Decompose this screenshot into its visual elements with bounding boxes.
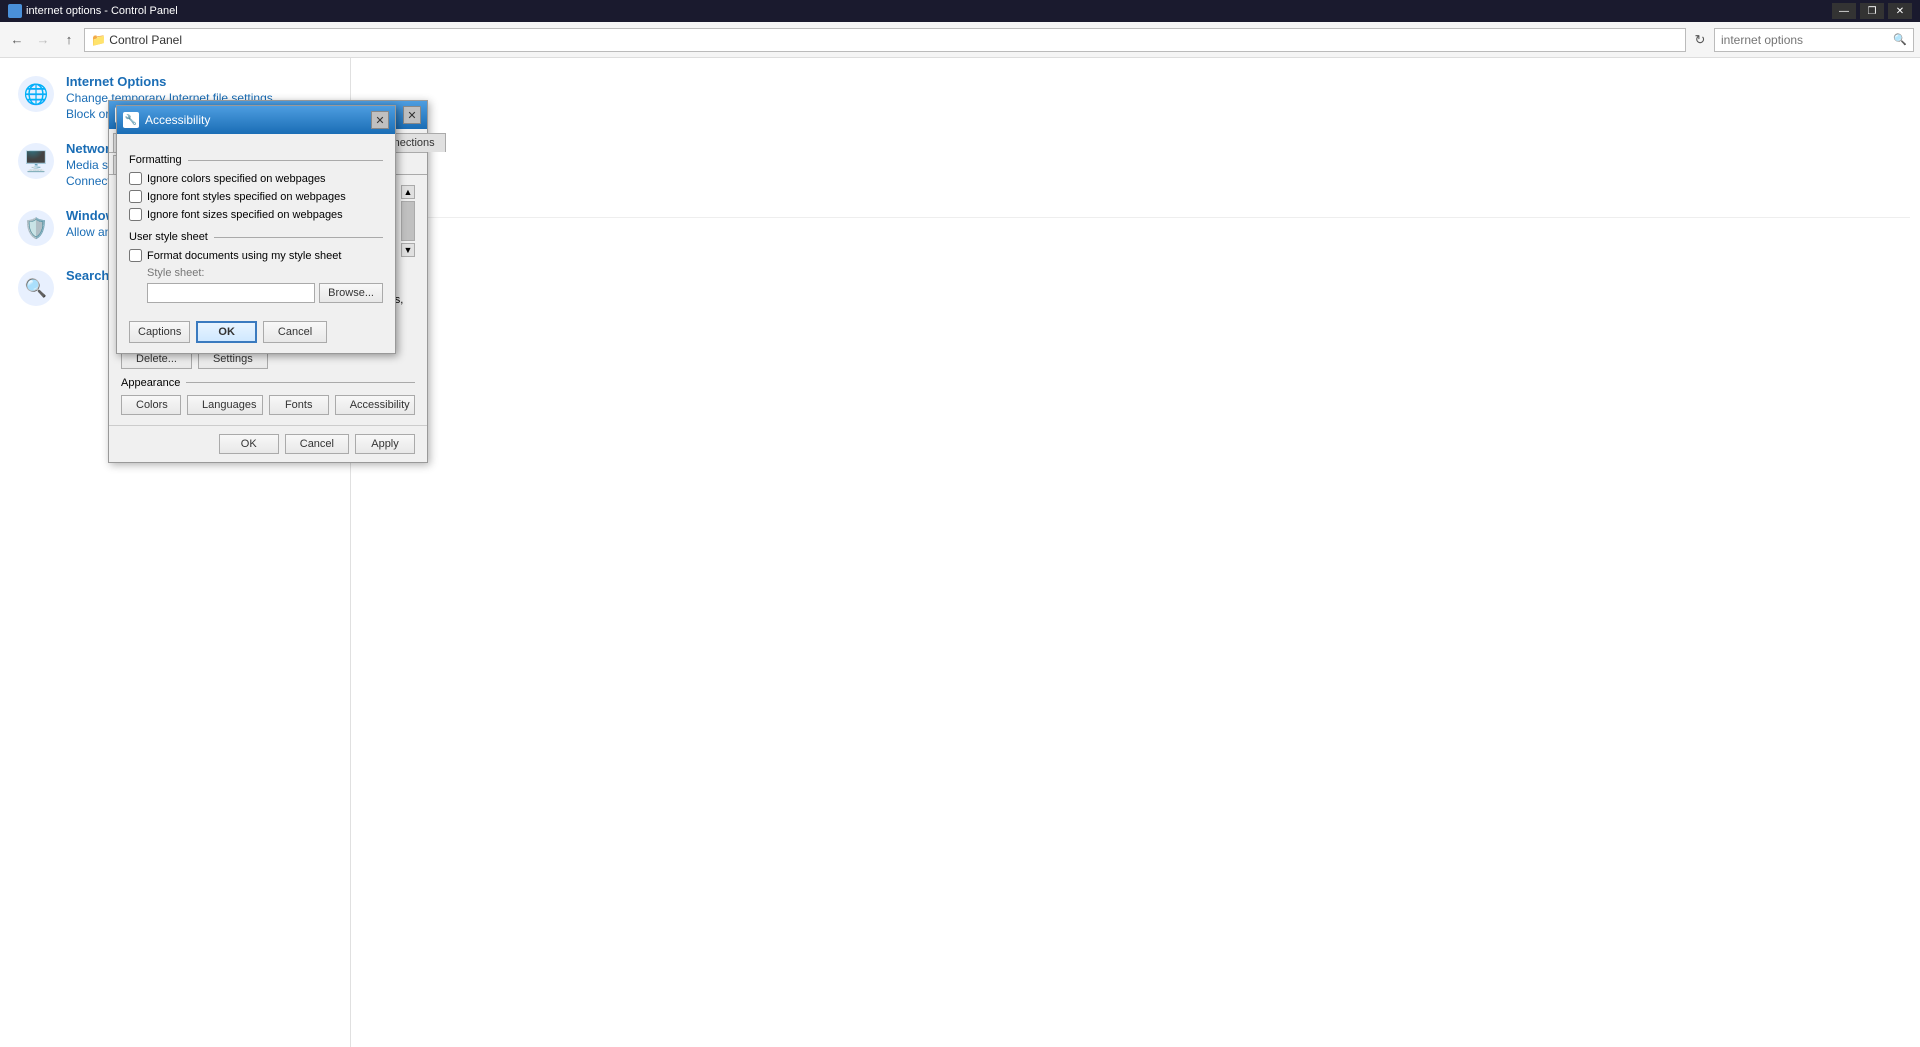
- back-button[interactable]: ←: [6, 29, 28, 51]
- search-icon: 🔍: [1893, 33, 1907, 46]
- scroll-thumb[interactable]: [401, 201, 415, 241]
- internet-props-ok-button[interactable]: OK: [219, 434, 279, 454]
- window-icon: [8, 4, 22, 18]
- style-sheet-section-label: User style sheet: [129, 231, 214, 243]
- search-input[interactable]: [1721, 33, 1893, 47]
- close-button[interactable]: ✕: [1888, 3, 1912, 19]
- style-sheet-divider: User style sheet: [129, 231, 383, 243]
- ignore-colors-row: Ignore colors specified on webpages: [129, 172, 383, 185]
- refresh-button[interactable]: ↻: [1690, 28, 1710, 52]
- formatting-label: Formatting: [129, 154, 188, 166]
- colors-button[interactable]: Colors: [121, 395, 181, 415]
- accessibility-cancel-button[interactable]: Cancel: [263, 321, 327, 343]
- fonts-button[interactable]: Fonts: [269, 395, 329, 415]
- windows-defender-icon: 🛡️: [16, 208, 56, 248]
- languages-button[interactable]: Languages: [187, 395, 263, 415]
- formatting-divider: Formatting: [129, 154, 383, 166]
- ignore-font-styles-row: Ignore font styles specified on webpages: [129, 190, 383, 203]
- style-sheet-label: Style sheet:: [129, 267, 383, 279]
- format-docs-row: Format documents using my style sheet: [129, 249, 383, 262]
- accessibility-ok-button[interactable]: OK: [196, 321, 257, 343]
- format-docs-checkbox[interactable]: [129, 249, 142, 262]
- up-button[interactable]: ↑: [58, 29, 80, 51]
- ignore-colors-checkbox[interactable]: [129, 172, 142, 185]
- scroll-up-btn[interactable]: ▲: [401, 185, 415, 199]
- format-docs-label: Format documents using my style sheet: [147, 250, 341, 262]
- style-sheet-input[interactable]: [147, 283, 315, 303]
- scrollbar[interactable]: ▲ ▼: [401, 185, 415, 257]
- search-box: 🔍: [1714, 28, 1914, 52]
- accessibility-btn-row: Captions OK Cancel: [129, 317, 383, 343]
- accessibility-content: Formatting Ignore colors specified on we…: [117, 134, 395, 353]
- title-bar-controls: — ❐ ✕: [1832, 3, 1912, 19]
- accessibility-title: Accessibility: [145, 113, 365, 127]
- maximize-button[interactable]: ❐: [1860, 3, 1884, 19]
- ignore-font-styles-checkbox[interactable]: [129, 190, 142, 203]
- internet-props-cancel-button[interactable]: Cancel: [285, 434, 349, 454]
- network-icon: 🖥️: [16, 141, 56, 181]
- ignore-font-sizes-label: Ignore font sizes specified on webpages: [147, 209, 343, 221]
- appearance-label: Appearance: [121, 377, 415, 389]
- accessibility-close-button[interactable]: ✕: [371, 111, 389, 129]
- ignore-font-sizes-row: Ignore font sizes specified on webpages: [129, 208, 383, 221]
- appearance-buttons: Colors Languages Fonts Accessibility: [121, 395, 415, 415]
- address-bar: ← → ↑ 📁 Control Panel ↻ 🔍: [0, 22, 1920, 58]
- ignore-font-sizes-checkbox[interactable]: [129, 208, 142, 221]
- style-sheet-input-row: Browse...: [129, 283, 383, 303]
- dialog-bottom-buttons: OK Cancel Apply: [109, 425, 427, 462]
- divider-line: [361, 58, 1910, 218]
- accessibility-icon: 🔧: [123, 112, 139, 128]
- captions-button[interactable]: Captions: [129, 321, 190, 343]
- title-bar-text: internet options - Control Panel: [26, 5, 1832, 17]
- folder-icon: 📁: [91, 33, 106, 47]
- ignore-colors-label: Ignore colors specified on webpages: [147, 173, 326, 185]
- internet-props-close-button[interactable]: ✕: [403, 106, 421, 124]
- forward-button[interactable]: →: [32, 29, 54, 51]
- minimize-button[interactable]: —: [1832, 3, 1856, 19]
- accessibility-dialog: 🔧 Accessibility ✕ Formatting Ignore colo…: [116, 105, 396, 354]
- browse-button[interactable]: Browse...: [319, 283, 383, 303]
- path-text: Control Panel: [109, 33, 182, 47]
- title-bar: internet options - Control Panel — ❐ ✕: [0, 0, 1920, 22]
- internet-props-apply-button[interactable]: Apply: [355, 434, 415, 454]
- ignore-font-styles-label: Ignore font styles specified on webpages: [147, 191, 346, 203]
- address-path[interactable]: 📁 Control Panel: [84, 28, 1686, 52]
- accessibility-button[interactable]: Accessibility: [335, 395, 415, 415]
- accessibility-title-bar[interactable]: 🔧 Accessibility ✕: [117, 106, 395, 134]
- right-panel: [350, 58, 1920, 1047]
- search-panel-icon: 🔍: [16, 268, 56, 308]
- internet-options-title[interactable]: Internet Options: [66, 74, 273, 89]
- appearance-section: Appearance Colors Languages Fonts Access…: [121, 377, 415, 415]
- scroll-down-btn[interactable]: ▼: [401, 243, 415, 257]
- internet-options-icon: 🌐: [16, 74, 56, 114]
